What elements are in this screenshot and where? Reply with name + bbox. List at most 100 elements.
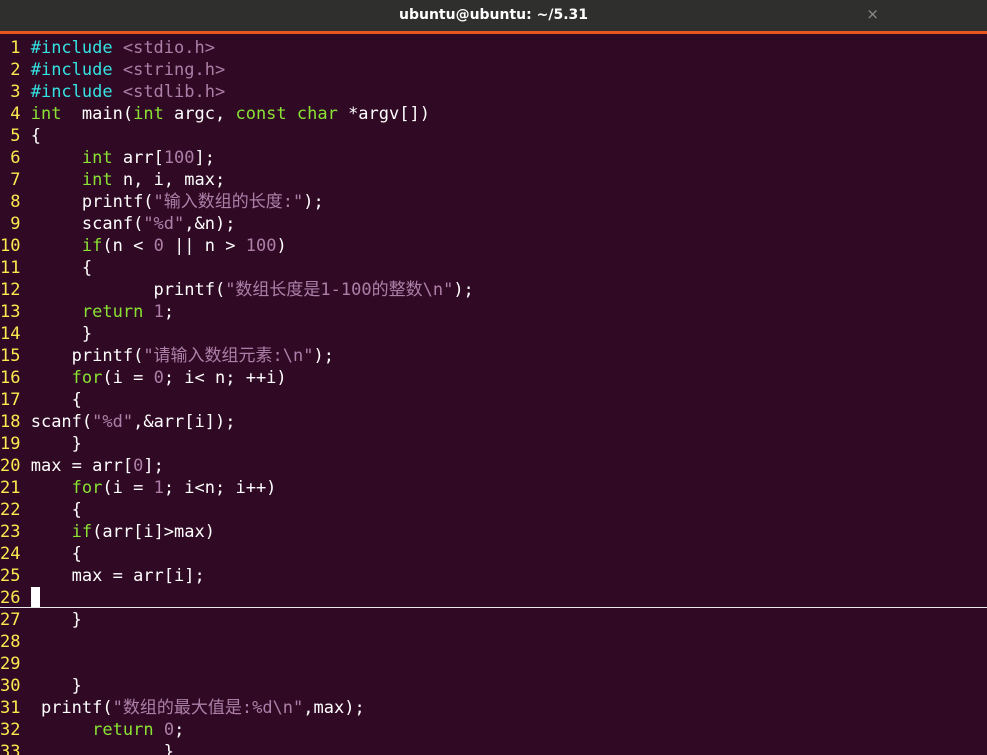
cursor-line-underline <box>0 607 987 608</box>
code-token: printf( <box>30 698 113 718</box>
code-token: "%d" <box>143 214 185 234</box>
line-number: 26 <box>0 588 31 608</box>
terminal-vim-editor[interactable]: 1 #include <stdio.h> 2 #include <string.… <box>0 37 987 755</box>
code-token: 1 <box>153 302 164 322</box>
code-token: ]; <box>143 456 164 476</box>
code-token: { <box>30 500 82 520</box>
code-token: } <box>30 324 93 344</box>
code-line[interactable]: 21 for(i = 1; i<n; i++) <box>0 477 276 499</box>
code-line[interactable]: 27 } <box>0 609 82 631</box>
code-line[interactable]: 2 #include <string.h> <box>0 59 225 81</box>
code-token: 0 <box>153 236 164 256</box>
code-token: if <box>71 522 93 542</box>
code-line[interactable]: 25 max = arr[i]; <box>0 565 205 587</box>
code-line[interactable]: 18 scanf("%d",&arr[i]); <box>0 411 235 433</box>
code-line[interactable]: 5 { <box>0 125 41 147</box>
code-line[interactable]: 22 { <box>0 499 82 521</box>
code-token: ,&n); <box>184 214 236 234</box>
code-line[interactable]: 10 if(n < 0 || n > 100) <box>0 235 287 257</box>
code-line[interactable]: 14 } <box>0 323 92 345</box>
line-number: 13 <box>0 302 31 322</box>
code-line[interactable]: 26 <box>0 587 40 609</box>
code-token: "数组长度是1-100的整数\n" <box>225 280 454 300</box>
code-token: printf( <box>30 346 144 366</box>
code-token: max = arr[i]; <box>30 566 205 586</box>
code-token: <string.h> <box>122 60 226 80</box>
code-token: int <box>81 170 113 190</box>
code-line[interactable]: 16 for(i = 0; i< n; ++i) <box>0 367 287 389</box>
code-token: ); <box>313 346 334 366</box>
code-line[interactable]: 1 #include <stdio.h> <box>0 37 215 59</box>
code-line[interactable]: 32 return 0; <box>0 719 184 741</box>
code-line[interactable]: 4 int main(int argc, const char *argv[]) <box>0 103 430 125</box>
code-line[interactable]: 13 return 1; <box>0 301 174 323</box>
line-number: 2 <box>0 60 31 80</box>
code-line[interactable]: 33 } <box>0 741 174 755</box>
code-line[interactable]: 29 <box>0 653 31 675</box>
text-cursor <box>30 587 40 607</box>
code-line[interactable]: 8 printf("输入数组的长度:"); <box>0 191 324 213</box>
code-line[interactable]: 6 int arr[100]; <box>0 147 215 169</box>
line-number: 23 <box>0 522 31 542</box>
code-token: { <box>30 258 93 278</box>
code-token: 100 <box>163 148 195 168</box>
code-token: n, i, max; <box>112 170 226 190</box>
code-token: ; <box>174 720 185 740</box>
line-number: 11 <box>0 258 31 278</box>
code-token: { <box>30 126 41 146</box>
code-token: argc, <box>163 104 236 124</box>
code-line[interactable]: 30 } <box>0 675 82 697</box>
code-token: { <box>30 390 82 410</box>
line-number: 15 <box>0 346 31 366</box>
code-line[interactable]: 24 { <box>0 543 82 565</box>
code-token: scanf( <box>30 214 144 234</box>
line-number: 33 <box>0 742 31 755</box>
code-token: main( <box>61 104 134 124</box>
line-number: 21 <box>0 478 31 498</box>
line-number: 17 <box>0 390 31 410</box>
code-line[interactable]: 15 printf("请输入数组元素:\n"); <box>0 345 334 367</box>
code-token: for <box>71 368 103 388</box>
code-token: ,&arr[i]); <box>133 412 236 432</box>
code-token: "数组的最大值是:%d\n" <box>112 698 304 718</box>
code-token: } <box>30 610 82 630</box>
code-line[interactable]: 31 printf("数组的最大值是:%d\n",max); <box>0 697 365 719</box>
code-line[interactable]: 3 #include <stdlib.h> <box>0 81 225 103</box>
code-token: } <box>30 434 82 454</box>
code-token: max = arr[ <box>30 456 134 476</box>
code-line[interactable]: 19 } <box>0 433 82 455</box>
line-number: 32 <box>0 720 31 740</box>
code-token: ; i<n; i++) <box>163 478 277 498</box>
code-line[interactable]: 7 int n, i, max; <box>0 169 225 191</box>
code-line[interactable]: 11 { <box>0 257 92 279</box>
line-number: 24 <box>0 544 31 564</box>
code-line[interactable]: 9 scanf("%d",&n); <box>0 213 235 235</box>
window-title: ubuntu@ubuntu: ~/5.31 <box>398 7 589 23</box>
code-line[interactable]: 12 printf("数组长度是1-100的整数\n"); <box>0 279 474 301</box>
close-icon[interactable]: × <box>866 5 879 23</box>
code-token: int <box>133 104 164 124</box>
line-number: 12 <box>0 280 31 300</box>
code-line[interactable]: 20 max = arr[0]; <box>0 455 164 477</box>
code-line[interactable]: 23 if(arr[i]>max) <box>0 521 215 543</box>
window-titlebar[interactable]: ubuntu@ubuntu: ~/5.31 × <box>0 0 987 34</box>
code-token: { <box>30 544 82 564</box>
code-token: return <box>81 302 144 322</box>
code-token: (arr[i]>max) <box>92 522 215 542</box>
line-number: 7 <box>0 170 31 190</box>
code-token: <stdlib.h> <box>122 82 226 102</box>
code-line[interactable]: 28 <box>0 631 31 653</box>
code-line[interactable]: 17 { <box>0 389 82 411</box>
code-token: for <box>71 478 103 498</box>
line-number: 27 <box>0 610 31 630</box>
line-number: 31 <box>0 698 31 718</box>
line-number: 4 <box>0 104 31 124</box>
code-token: ); <box>303 192 324 212</box>
code-token: ) <box>276 236 287 256</box>
